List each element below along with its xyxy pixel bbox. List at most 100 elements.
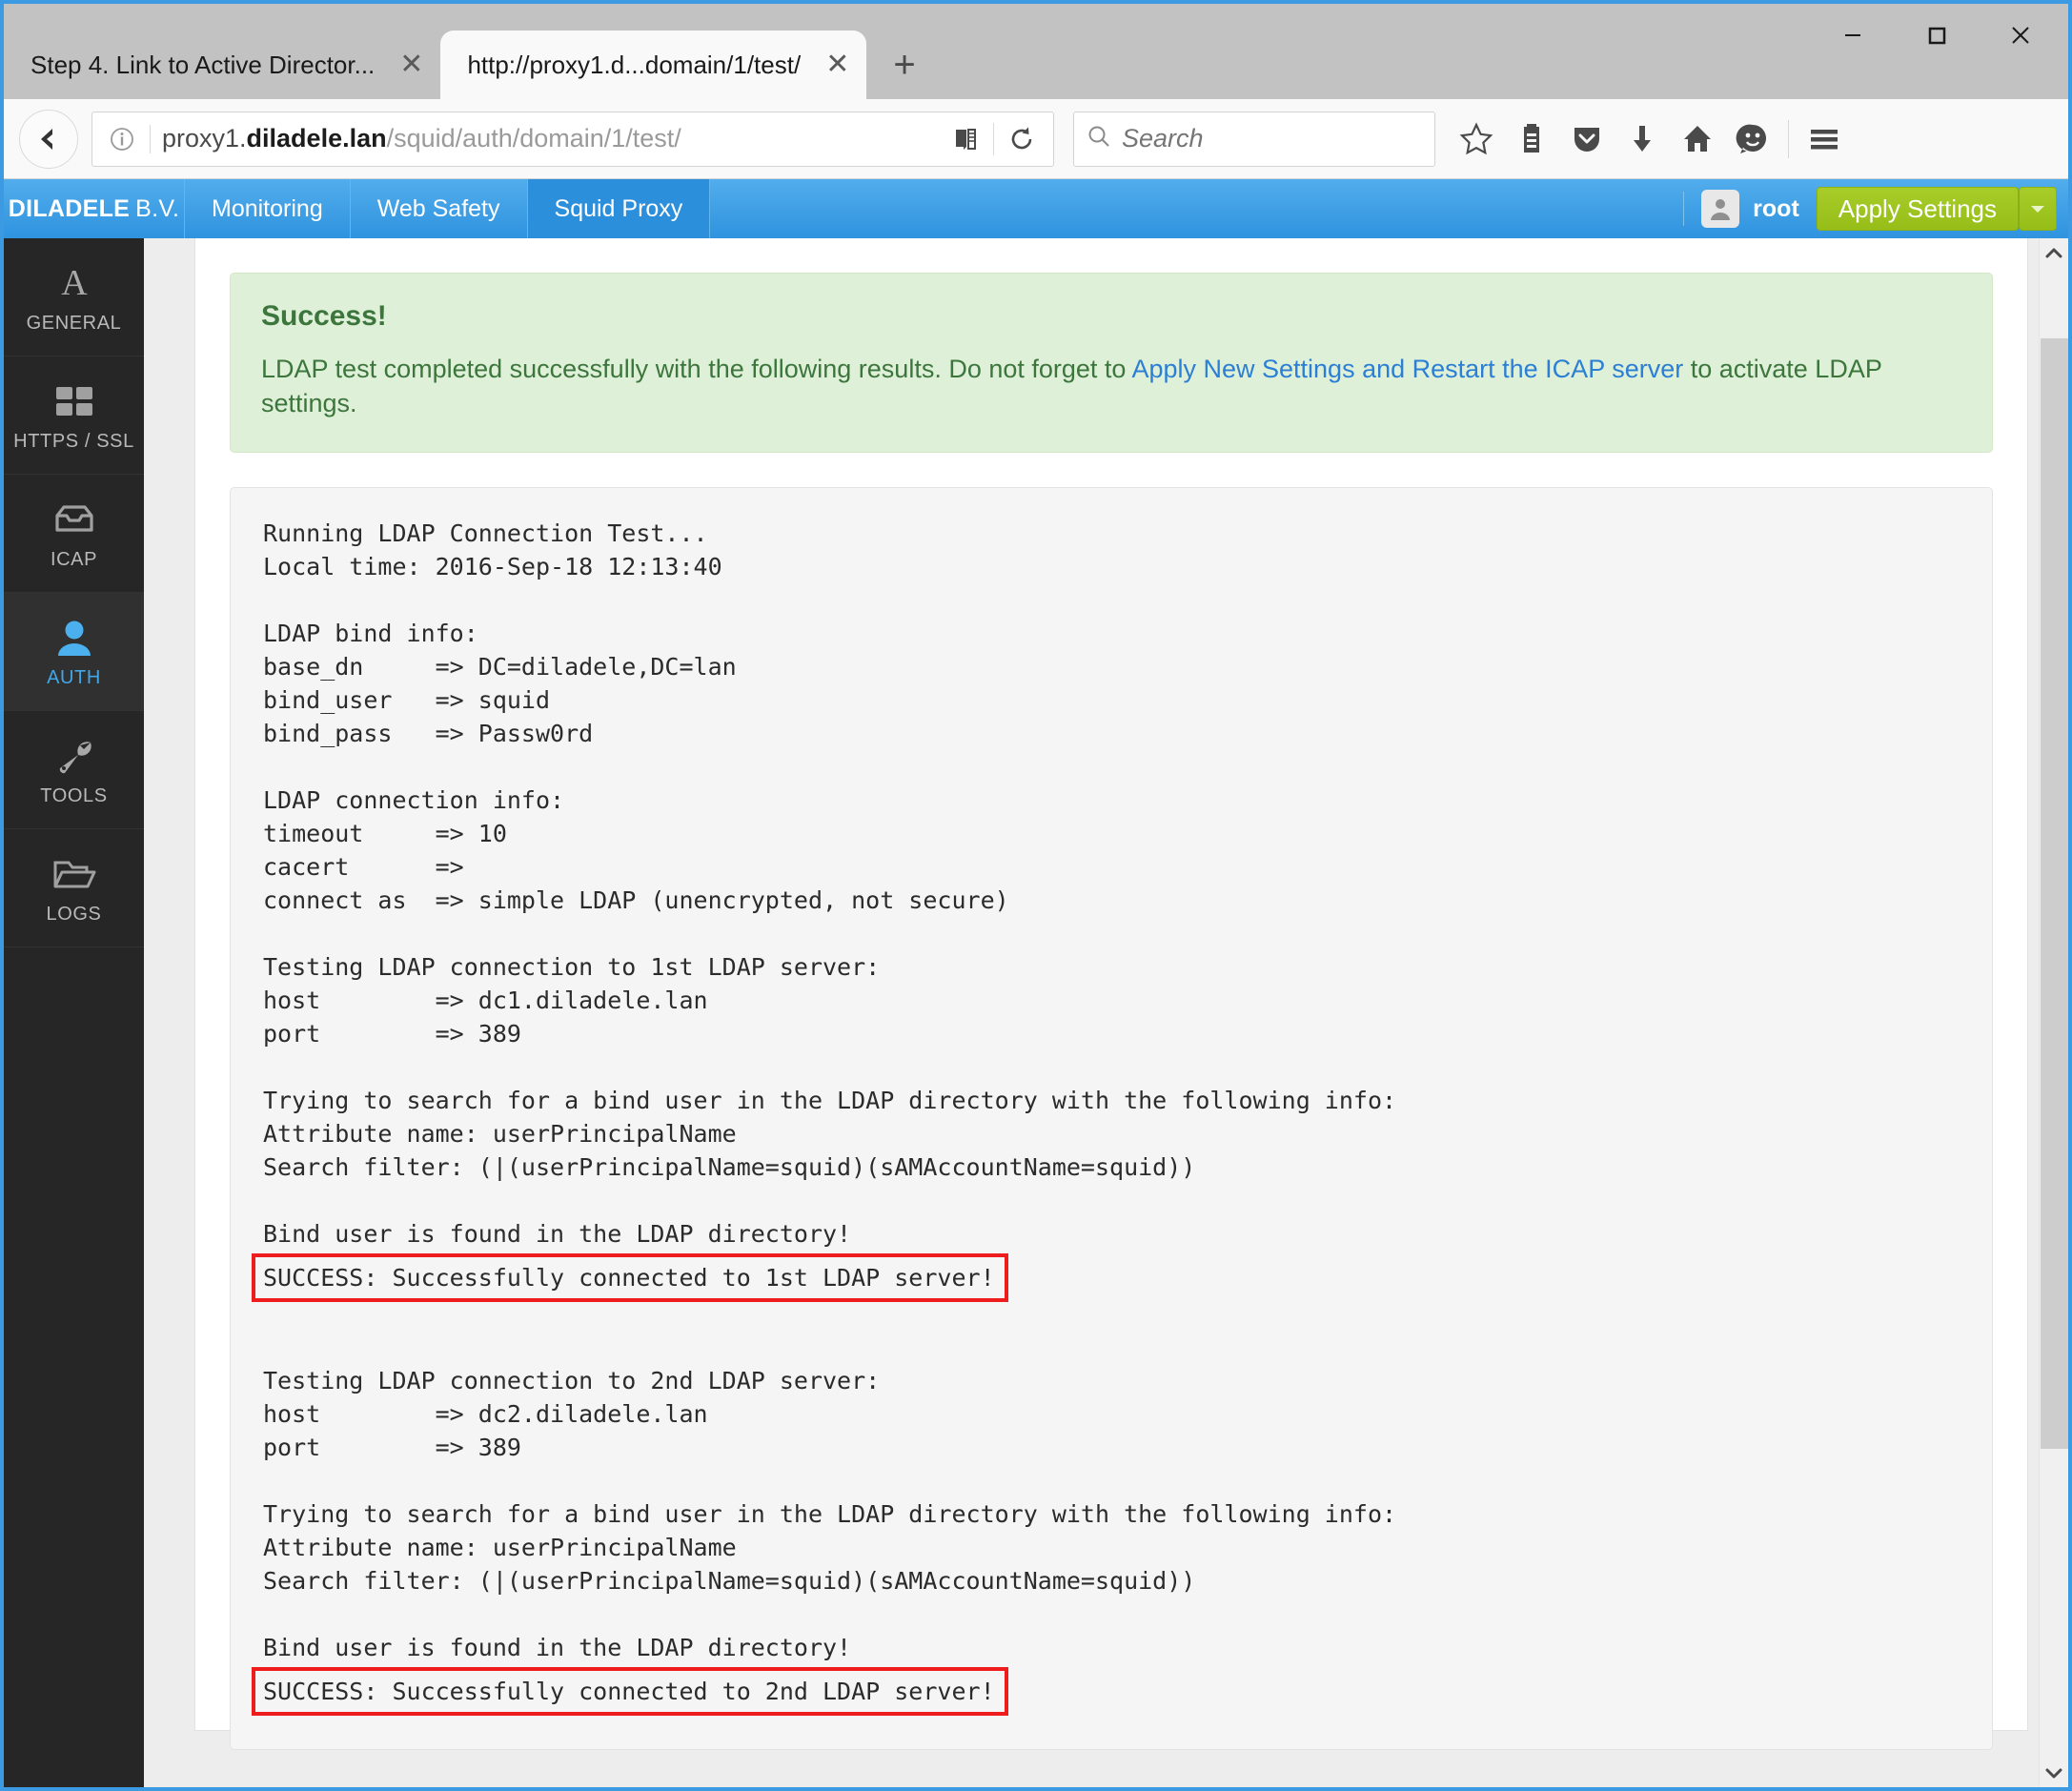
header-divider (1683, 192, 1685, 226)
log-line-highlighted-wrap: SUCCESS: Successfully connected to 1st L… (252, 1251, 1960, 1302)
log-line: Trying to search for a bind user in the … (263, 1499, 1397, 1528)
log-line: port => 389 (263, 1433, 521, 1461)
tab-title: Step 4. Link to Active Director... (30, 50, 376, 79)
log-line: bind_pass => Passw0rd (263, 719, 594, 747)
hamburger-menu-icon[interactable] (1797, 112, 1852, 167)
icon-divider (993, 122, 994, 155)
nav-tab-web-safety[interactable]: Web Safety (351, 179, 528, 238)
avatar[interactable] (1701, 190, 1740, 228)
brand-suffix: B.V. (135, 194, 180, 222)
tab-close-icon[interactable]: ✕ (399, 51, 423, 79)
reader-mode-icon[interactable] (944, 117, 987, 161)
sidebar-item-label: HTTPS / SSL (13, 431, 134, 452)
sidebar-item-auth[interactable]: AUTH (4, 593, 144, 711)
scrollbar-thumb[interactable] (2041, 338, 2068, 1449)
log-line: connect as => simple LDAP (unencrypted, … (263, 885, 1009, 914)
minimize-button[interactable] (1811, 10, 1895, 61)
new-tab-button[interactable]: + (866, 31, 942, 99)
toolbar-divider (1788, 119, 1789, 158)
sidebar-item-logs[interactable]: LOGS (4, 829, 144, 947)
alert-body: LDAP test completed successfully with th… (261, 352, 1961, 421)
log-line-success-highlight: SUCCESS: Successfully connected to 2nd L… (252, 1666, 1008, 1716)
sidebar-item-icap[interactable]: ICAP (4, 475, 144, 593)
url-divider (150, 124, 151, 153)
tab-title: http://proxy1.d...domain/1/test/ (467, 50, 802, 79)
sidebar-item-https-ssl[interactable]: HTTPS / SSL (4, 356, 144, 475)
smiley-icon[interactable] (1725, 112, 1780, 167)
log-line-highlighted-wrap: SUCCESS: Successfully connected to 2nd L… (252, 1664, 1960, 1716)
browser-tab-1[interactable]: Step 4. Link to Active Director... ✕ (4, 31, 440, 99)
log-line-success-highlight: SUCCESS: Successfully connected to 1st L… (252, 1252, 1008, 1302)
sidebar-item-label: TOOLS (40, 785, 108, 806)
inbox-icon (53, 496, 95, 543)
log-line: Running LDAP Connection Test... (263, 519, 708, 547)
tab-close-icon[interactable]: ✕ (825, 51, 849, 79)
apply-settings-dropdown[interactable] (2019, 187, 2057, 231)
search-icon (1086, 123, 1112, 154)
nav-tab-squid-proxy[interactable]: Squid Proxy (527, 179, 711, 238)
apply-settings-button[interactable]: Apply Settings (1816, 187, 2019, 231)
browser-tab-2[interactable]: http://proxy1.d...domain/1/test/ ✕ (440, 31, 867, 99)
url-host: diladele.lan (246, 124, 387, 153)
close-button[interactable] (1979, 10, 2062, 61)
content-gutter (144, 238, 194, 1787)
apply-restart-link[interactable]: Apply New Settings and Restart the ICAP … (1131, 355, 1683, 383)
log-line: Search filter: (|(userPrincipalName=squi… (263, 1566, 1196, 1595)
scroll-down-arrow-icon[interactable] (2040, 1759, 2068, 1787)
folder-icon (52, 850, 96, 898)
browser-tab-bar: Step 4. Link to Active Director... ✕ htt… (4, 4, 2068, 99)
search-input[interactable] (1122, 124, 1423, 153)
log-output: Running LDAP Connection Test... Local tim… (252, 517, 1960, 1716)
url-host-prefix: proxy1. (162, 124, 247, 153)
nav-tab-monitoring[interactable]: Monitoring (185, 179, 351, 238)
sidebar: A GENERAL HTTPS / SSL ICAP AUTH TOOLS LO… (4, 238, 144, 1787)
site-info-icon[interactable] (106, 126, 138, 153)
back-button[interactable] (19, 109, 78, 169)
log-line: Bind user is found in the LDAP directory… (263, 1633, 852, 1661)
log-line: Attribute name: userPrincipalName (263, 1119, 737, 1148)
content-card: Success! LDAP test completed successfull… (194, 238, 2028, 1750)
star-icon[interactable] (1449, 112, 1504, 167)
wrench-icon (52, 732, 96, 780)
url-text: proxy1.diladele.lan/squid/auth/domain/1/… (162, 124, 944, 153)
download-icon[interactable] (1615, 112, 1670, 167)
url-bar[interactable]: proxy1.diladele.lan/squid/auth/domain/1/… (91, 111, 1054, 167)
nav-tab-label: Squid Proxy (554, 194, 683, 222)
log-line: Trying to search for a bind user in the … (263, 1086, 1397, 1114)
sidebar-item-label: LOGS (46, 904, 102, 925)
browser-nav-bar: proxy1.diladele.lan/squid/auth/domain/1/… (4, 99, 2068, 179)
alert-body-before: LDAP test completed successfully with th… (261, 355, 1132, 383)
log-line: Bind user is found in the LDAP directory… (263, 1219, 852, 1248)
log-line: Testing LDAP connection to 1st LDAP serv… (263, 952, 881, 981)
library-icon[interactable] (1504, 112, 1559, 167)
home-icon[interactable] (1670, 112, 1725, 167)
nav-tab-label: Monitoring (212, 194, 323, 222)
pocket-icon[interactable] (1559, 112, 1615, 167)
header-right: root Apply Settings (1683, 179, 2068, 238)
content-area: Success! LDAP test completed successfull… (144, 238, 2068, 1787)
user-icon (53, 614, 95, 661)
browser-toolbar-icons (1449, 112, 1852, 167)
log-line: LDAP connection info: (263, 785, 565, 814)
log-line: LDAP bind info: (263, 619, 478, 647)
log-line: bind_user => squid (263, 685, 551, 714)
reload-icon[interactable] (1000, 117, 1044, 161)
maximize-button[interactable] (1895, 10, 1979, 61)
brand-logo[interactable]: DILADELE B.V. (4, 179, 185, 238)
apply-settings-label: Apply Settings (1838, 193, 1997, 223)
alert-title: Success! (261, 300, 387, 332)
success-alert: Success! LDAP test completed successfull… (230, 273, 1993, 453)
url-bar-icons (944, 117, 1044, 161)
app-header: DILADELE B.V. Monitoring Web Safety Squi… (4, 179, 2068, 238)
scroll-up-arrow-icon[interactable] (2040, 238, 2068, 267)
username-label: root (1753, 194, 1799, 222)
search-box[interactable] (1073, 111, 1435, 167)
sidebar-item-general[interactable]: A GENERAL (4, 238, 144, 356)
page-scrollbar[interactable] (2039, 238, 2068, 1787)
sidebar-item-tools[interactable]: TOOLS (4, 711, 144, 829)
